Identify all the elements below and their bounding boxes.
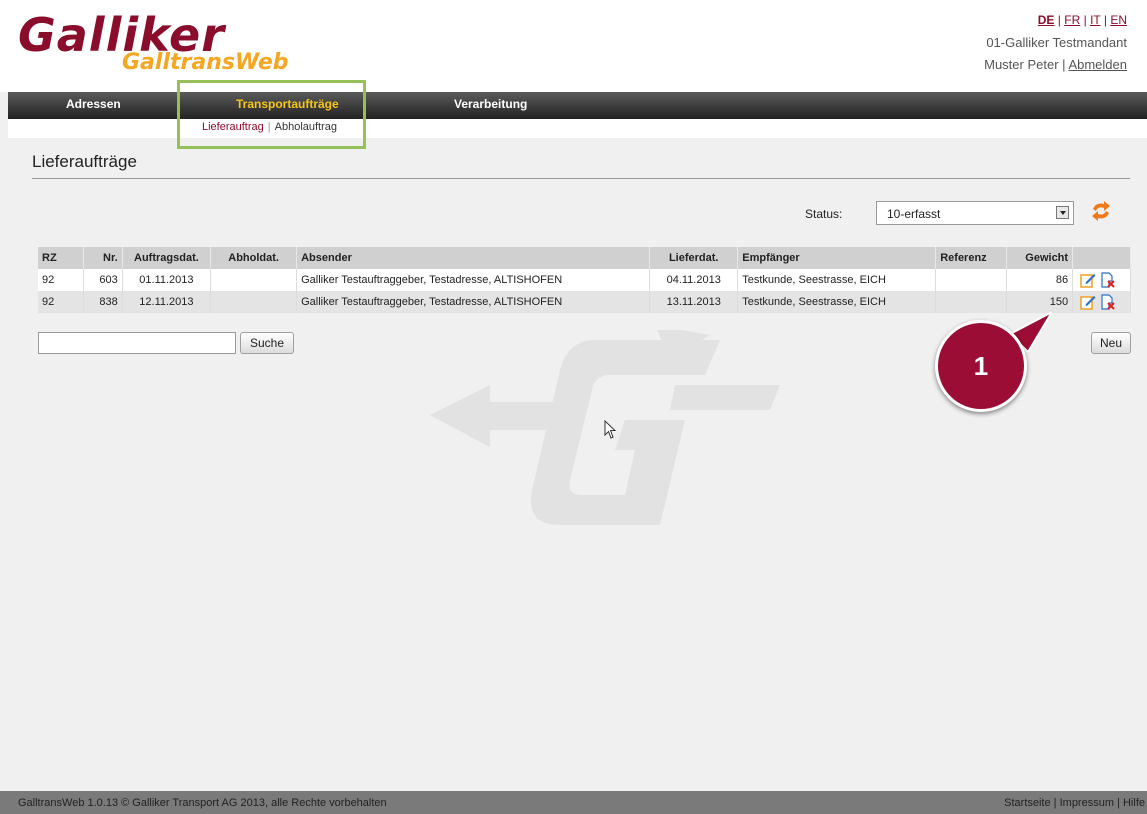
lang-it-link[interactable]: IT	[1090, 13, 1100, 27]
cell-gewicht: 150	[1006, 291, 1074, 313]
column-header-nr[interactable]: Nr.	[83, 247, 123, 269]
footer-copyright: GalltransWeb 1.0.13 © Galliker Transport…	[18, 797, 387, 809]
cell-auftragsdat: 01.11.2013	[122, 269, 212, 291]
column-header-gewicht[interactable]: Gewicht	[1006, 247, 1074, 269]
galltransweb-logo: GalltransWeb	[122, 50, 289, 75]
lang-separator: |	[1057, 13, 1061, 27]
cell-actions	[1072, 291, 1131, 313]
delete-icon[interactable]	[1099, 272, 1115, 288]
footer-separator: |	[1053, 797, 1057, 809]
lang-separator: |	[1083, 13, 1087, 27]
cell-nr: 838	[83, 291, 123, 313]
page-title: Lieferaufträge	[32, 152, 137, 171]
user-line: Muster Peter | Abmelden	[984, 57, 1127, 72]
cell-lieferdat: 04.11.2013	[649, 269, 739, 291]
cell-referenz	[935, 269, 1007, 291]
mandant-label: 01-Galliker Testmandant	[986, 35, 1127, 50]
footer-links: Startseite | Impressum | Hilfe	[1004, 797, 1145, 809]
status-label: Status:	[805, 207, 843, 221]
lang-de-link[interactable]: DE	[1038, 13, 1055, 27]
user-separator: |	[1062, 57, 1066, 72]
table-row[interactable]: 92 838 12.11.2013 Galliker Testauftragge…	[38, 291, 1131, 313]
table-row[interactable]: 92 603 01.11.2013 Galliker Testauftragge…	[38, 269, 1131, 291]
app-frame: Galliker GalltransWeb DE | FR | IT | EN …	[0, 0, 1147, 814]
nav-item-verarbeitung[interactable]: Verarbeitung	[454, 97, 527, 111]
lang-separator: |	[1103, 13, 1107, 27]
table-header-row: RZ Nr. Auftragsdat. Abholdat. Absender L…	[38, 247, 1131, 269]
refresh-icon[interactable]	[1090, 200, 1112, 222]
status-selected-value: 10-erfasst	[887, 207, 941, 221]
cell-actions	[1072, 269, 1131, 291]
cell-absender: Galliker Testauftraggeber, Testadresse, …	[296, 269, 651, 291]
language-switcher: DE | FR | IT | EN	[1038, 13, 1127, 27]
search-input[interactable]	[38, 332, 236, 354]
delete-icon[interactable]	[1099, 294, 1115, 310]
footer-link-startseite[interactable]: Startseite	[1004, 797, 1050, 809]
lang-fr-link[interactable]: FR	[1064, 13, 1080, 27]
footer-separator: |	[1117, 797, 1120, 809]
column-header-referenz[interactable]: Referenz	[935, 247, 1007, 269]
logout-link[interactable]: Abmelden	[1068, 57, 1127, 72]
header: Galliker GalltransWeb DE | FR | IT | EN …	[0, 0, 1147, 92]
cell-gewicht: 86	[1006, 269, 1074, 291]
column-header-actions	[1072, 247, 1131, 269]
cell-nr: 603	[83, 269, 123, 291]
navigation-highlight-box	[177, 80, 366, 149]
column-header-empfaenger[interactable]: Empfänger	[737, 247, 937, 269]
cell-lieferdat: 13.11.2013	[649, 291, 739, 313]
lang-en-link[interactable]: EN	[1110, 13, 1127, 27]
column-header-rz[interactable]: RZ	[38, 247, 85, 269]
edit-icon[interactable]	[1080, 272, 1096, 288]
orders-table: RZ Nr. Auftragsdat. Abholdat. Absender L…	[38, 247, 1131, 313]
cell-absender: Galliker Testauftraggeber, Testadresse, …	[296, 291, 651, 313]
cell-rz: 92	[38, 291, 85, 313]
footer-link-impressum[interactable]: Impressum	[1060, 797, 1114, 809]
title-divider	[32, 178, 1130, 179]
cell-referenz	[935, 291, 1007, 313]
search-button[interactable]: Suche	[240, 332, 294, 354]
cell-abholdat	[210, 269, 298, 291]
footer-link-hilfe[interactable]: Hilfe	[1123, 797, 1145, 809]
footer: GalltransWeb 1.0.13 © Galliker Transport…	[0, 791, 1147, 814]
column-header-abholdat[interactable]: Abholdat.	[210, 247, 298, 269]
column-header-auftragsdat[interactable]: Auftragsdat.	[122, 247, 212, 269]
status-select[interactable]: 10-erfasst	[876, 201, 1074, 225]
cell-auftragsdat: 12.11.2013	[122, 291, 212, 313]
edit-icon[interactable]	[1080, 294, 1096, 310]
user-name: Muster Peter	[984, 57, 1059, 72]
nav-item-adressen[interactable]: Adressen	[66, 97, 121, 111]
mouse-cursor-icon	[604, 420, 617, 439]
new-order-button[interactable]: Neu	[1091, 332, 1131, 354]
cell-empfaenger: Testkunde, Seestrasse, EICH	[737, 269, 937, 291]
callout-badge: 1	[935, 320, 1027, 412]
cell-empfaenger: Testkunde, Seestrasse, EICH	[737, 291, 937, 313]
column-header-lieferdat[interactable]: Lieferdat.	[649, 247, 739, 269]
chevron-down-icon[interactable]	[1056, 206, 1069, 219]
column-header-absender[interactable]: Absender	[296, 247, 651, 269]
cell-abholdat	[210, 291, 298, 313]
cell-rz: 92	[38, 269, 85, 291]
